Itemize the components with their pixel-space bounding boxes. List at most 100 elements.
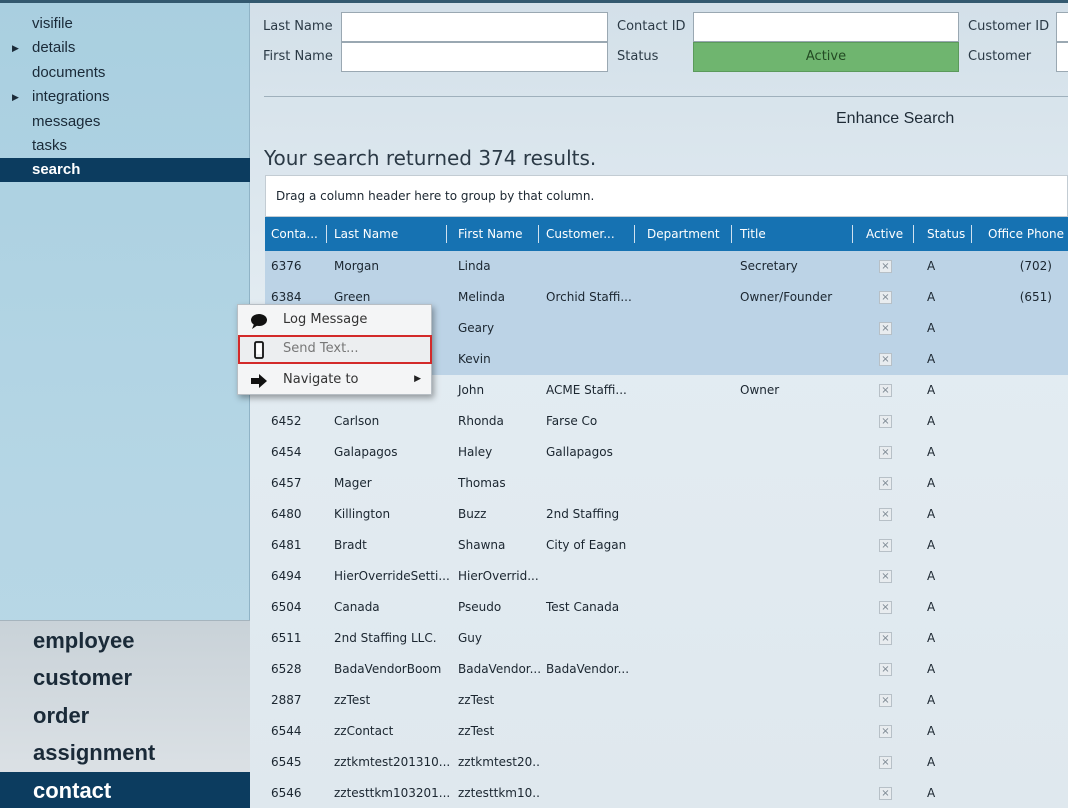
table-row[interactable]: 6454 Galapagos Haley Gallapagos A × [265, 437, 1068, 468]
column-header-office-phone[interactable]: Office Phone [982, 217, 1068, 251]
active-checkbox[interactable]: × [879, 570, 892, 583]
table-row[interactable]: 6504 Canada Pseudo Test Canada A × [265, 592, 1068, 623]
column-separator[interactable] [852, 225, 853, 243]
cell-department [641, 592, 733, 623]
column-separator[interactable] [634, 225, 635, 243]
sidebar-item-messages[interactable]: messages [0, 110, 250, 134]
cell-office-phone [982, 778, 1068, 808]
menu-item-label: Send Text... [283, 341, 359, 356]
cell-customer [540, 313, 640, 344]
table-row[interactable]: 6511 2nd Staffing LLC. Guy A × [265, 623, 1068, 654]
active-checkbox[interactable]: × [879, 725, 892, 738]
column-header-status[interactable]: Status [921, 217, 971, 251]
active-checkbox[interactable]: × [879, 601, 892, 614]
cell-last-name: zztkmtest201310... [334, 755, 451, 769]
last-name-input[interactable] [341, 12, 608, 42]
cell-first-name: zzTest [458, 724, 495, 738]
last-name-label: Last Name [263, 19, 333, 34]
group-by-bar[interactable]: Drag a column header here to group by th… [265, 175, 1068, 217]
cell-title [734, 592, 859, 623]
module-employee[interactable]: employee [0, 622, 250, 659]
cell-first-name: Geary [458, 321, 495, 335]
cell-title [734, 468, 859, 499]
expand-arrow-icon[interactable]: ▶ [12, 85, 19, 109]
column-header-first-name[interactable]: First Name [452, 217, 537, 251]
cell-contact-id: 6504 [271, 600, 302, 614]
active-checkbox[interactable]: × [879, 384, 892, 397]
customer-id-input[interactable] [1056, 12, 1068, 42]
cell-title [734, 406, 859, 437]
column-header-contact-id[interactable]: Conta... [265, 217, 327, 251]
table-row[interactable]: 6481 Bradt Shawna City of Eagan A × [265, 530, 1068, 561]
cell-office-phone [982, 437, 1068, 468]
module-customer[interactable]: customer [0, 659, 250, 696]
table-row[interactable]: 6494 HierOverrideSetti... HierOverrid... A × [265, 561, 1068, 592]
table-row[interactable]: 6528 BadaVendorBoom BadaVendor... BadaVendo… [265, 654, 1068, 685]
cell-title [734, 530, 859, 561]
active-checkbox[interactable]: × [879, 663, 892, 676]
active-checkbox[interactable]: × [879, 539, 892, 552]
sidebar-item-details[interactable]: ▶ details [0, 36, 250, 60]
arrow-right-icon [251, 374, 267, 388]
contact-id-input[interactable] [693, 12, 959, 42]
divider [264, 96, 1068, 97]
module-contact[interactable]: contact [0, 772, 250, 808]
active-checkbox[interactable]: × [879, 260, 892, 273]
enhance-search-link[interactable]: Enhance Search [836, 110, 954, 128]
active-checkbox[interactable]: × [879, 322, 892, 335]
active-checkbox[interactable]: × [879, 291, 892, 304]
menu-item-send-text[interactable]: Send Text... [238, 335, 432, 364]
active-checkbox[interactable]: × [879, 756, 892, 769]
cell-status: A [927, 352, 936, 366]
menu-item-log-message[interactable]: Log Message [238, 306, 431, 335]
cell-customer: BadaVendor... [546, 662, 630, 676]
column-separator[interactable] [913, 225, 914, 243]
column-separator[interactable] [446, 225, 447, 243]
table-row[interactable]: 6545 zztkmtest201310... zztkmtest20... A × [265, 747, 1068, 778]
column-separator[interactable] [538, 225, 539, 243]
column-header-department[interactable]: Department [641, 217, 733, 251]
table-row[interactable]: 6544 zzContact zzTest A × [265, 716, 1068, 747]
table-row[interactable]: 2887 zzTest zzTest A × [265, 685, 1068, 716]
active-checkbox[interactable]: × [879, 694, 892, 707]
active-checkbox[interactable]: × [879, 446, 892, 459]
cell-first-name: Haley [458, 445, 493, 459]
table-row[interactable]: 6546 zztesttkm103201... zztesttkm10... A × [265, 778, 1068, 808]
sidebar: visifile ▶ details documents ▶ integrati… [0, 0, 250, 808]
module-assignment[interactable]: assignment [0, 734, 250, 771]
customer-input[interactable] [1056, 42, 1068, 72]
active-checkbox[interactable]: × [879, 508, 892, 521]
module-order[interactable]: order [0, 697, 250, 734]
column-header-title[interactable]: Title [734, 217, 854, 251]
first-name-input[interactable] [341, 42, 608, 72]
cell-contact-id: 6457 [271, 476, 302, 490]
active-checkbox[interactable]: × [879, 787, 892, 800]
table-row[interactable]: 6480 Killington Buzz 2nd Staffing A × [265, 499, 1068, 530]
column-separator[interactable] [971, 225, 972, 243]
sidebar-item-visifile[interactable]: visifile [0, 12, 250, 36]
active-checkbox[interactable]: × [879, 415, 892, 428]
column-header-active[interactable]: Active [860, 217, 910, 251]
status-select[interactable]: Active [693, 42, 959, 72]
cell-status: A [927, 383, 936, 397]
cell-last-name: zzTest [334, 693, 371, 707]
table-row[interactable]: 6457 Mager Thomas A × [265, 468, 1068, 499]
cell-first-name: Linda [458, 259, 491, 273]
expand-arrow-icon[interactable]: ▶ [12, 36, 19, 60]
table-row[interactable]: 6376 Morgan Linda Secretary A (702) × [265, 251, 1068, 282]
cell-department [641, 344, 733, 375]
active-checkbox[interactable]: × [879, 632, 892, 645]
sidebar-item-documents[interactable]: documents [0, 61, 250, 85]
column-separator[interactable] [326, 225, 327, 243]
sidebar-item-integrations[interactable]: ▶ integrations [0, 85, 250, 109]
cell-status: A [927, 321, 936, 335]
menu-item-navigate-to[interactable]: Navigate to ▶ [238, 366, 431, 395]
sidebar-item-search[interactable]: search [0, 158, 250, 182]
sidebar-item-tasks[interactable]: tasks [0, 134, 250, 158]
column-header-last-name[interactable]: Last Name [328, 217, 446, 251]
active-checkbox[interactable]: × [879, 477, 892, 490]
table-row[interactable]: 6452 Carlson Rhonda Farse Co A × [265, 406, 1068, 437]
column-header-customer[interactable]: Customer... [540, 217, 632, 251]
active-checkbox[interactable]: × [879, 353, 892, 366]
column-separator[interactable] [731, 225, 732, 243]
